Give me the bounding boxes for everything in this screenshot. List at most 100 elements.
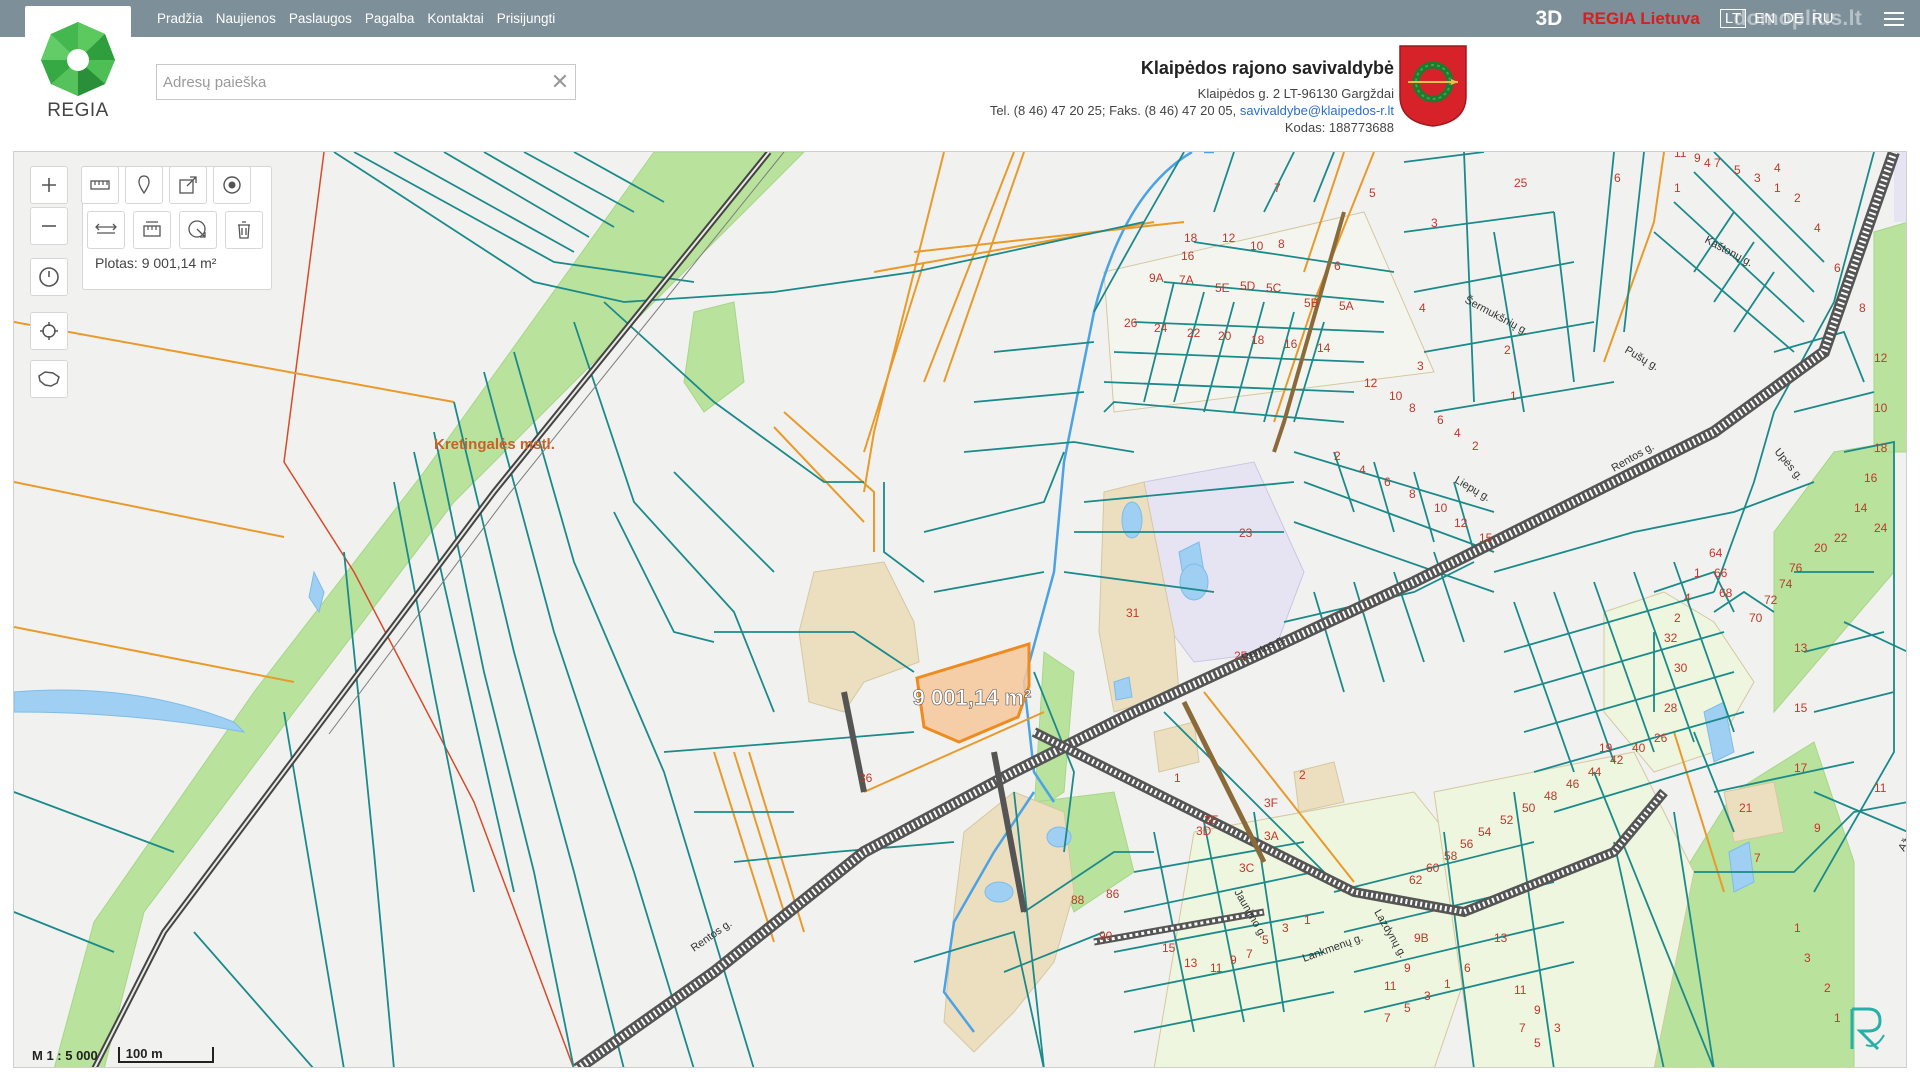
parcel-number: 2 (1299, 768, 1306, 782)
parcel-number: 5A (1339, 299, 1354, 313)
map-canvas[interactable]: 7 525 641418 1210 86169A 7A5E 5D 5C5B 5A26 24 22 20… (14, 152, 1907, 1068)
parcel-line (613, 511, 715, 643)
parcel-line (513, 351, 755, 1067)
parcel-number: 5 (1534, 1036, 1541, 1050)
measure-length-button[interactable] (81, 166, 119, 204)
parcel-number: 5 (1369, 186, 1376, 200)
logo-text: REGIA (47, 100, 109, 121)
parcel-number: 7 (1384, 1011, 1391, 1025)
top-bar: Pradžia Naujienos Paslaugos Pagalba Kont… (0, 0, 1920, 37)
zoom-in-button[interactable] (30, 166, 68, 204)
parcel-number: 16 (1284, 337, 1298, 351)
zoom-in-icon (42, 178, 56, 192)
nav-link-news[interactable]: Naujienos (216, 11, 276, 26)
regia-logo[interactable]: REGIA (25, 6, 131, 129)
parcel-line (1373, 461, 1395, 533)
parcel-number: 15 (1794, 701, 1808, 715)
nav-link-services[interactable]: Paslaugos (289, 11, 352, 26)
search-input[interactable] (157, 65, 537, 99)
parcel-line (523, 152, 635, 213)
parcel-line (1313, 152, 1335, 203)
nav-link-login[interactable]: Prisijungti (497, 11, 556, 26)
parcel-number: 6 (1834, 261, 1841, 275)
parcel-number: 15 (1162, 941, 1176, 955)
street-label: Rentos g. (689, 918, 734, 955)
parcel-number: 32 (1664, 631, 1678, 645)
parcel-number: 18 (1874, 441, 1888, 455)
parcel-number: 25 (1514, 176, 1528, 190)
parcel-number: 2 (1472, 439, 1479, 453)
parcel-number: 12 (1222, 231, 1236, 245)
parcel-line (1793, 391, 1875, 413)
parcel-line (1403, 211, 1555, 233)
parcel-number: 11 (1384, 979, 1397, 993)
parcel-number: 5 (1734, 163, 1741, 177)
3d-button[interactable]: 3D (1536, 7, 1563, 31)
parcel-number: 4 (1774, 161, 1781, 175)
parcel-line (283, 711, 345, 1067)
select-area-button[interactable] (179, 211, 217, 249)
street-label: Upės g. (1772, 446, 1806, 483)
parcel-line (963, 441, 1135, 453)
select-area-icon (188, 220, 206, 238)
parcel-number: 5B (1304, 296, 1319, 310)
parcel-number: 60 (1426, 861, 1440, 875)
parcel-number: 6 (1464, 961, 1471, 975)
parcel-number: 17 (1794, 761, 1808, 775)
parcel-number: 62 (1409, 873, 1423, 887)
parcel-number: 19 (1599, 741, 1613, 755)
parcel-number: 54 (1478, 825, 1492, 839)
parcel-number: 22 (1187, 326, 1201, 340)
parcel-number: 24 (1154, 321, 1168, 335)
nav-link-contacts[interactable]: Kontaktai (427, 11, 483, 26)
delete-button[interactable] (225, 211, 263, 249)
pin-button[interactable] (125, 166, 163, 204)
zoom-out-icon (42, 225, 56, 227)
parcel-line (1553, 211, 1575, 383)
parcel-line (1693, 171, 1815, 293)
parcel-number: 10 (1250, 239, 1264, 253)
region-button[interactable] (30, 360, 68, 398)
parcel-number: 88 (1071, 893, 1085, 907)
parcel-number: 44 (1588, 765, 1602, 779)
zoom-out-button[interactable] (30, 207, 68, 245)
trash-icon (238, 221, 250, 239)
export-button[interactable] (169, 166, 207, 204)
target-button[interactable] (213, 166, 251, 204)
parcel-number: 3 (1282, 921, 1289, 935)
nav-link-help[interactable]: Pagalba (365, 11, 415, 26)
selected-area-label: 9 001,14 m² (913, 685, 1032, 710)
menu-icon[interactable] (1884, 11, 1904, 26)
cadastral-map[interactable]: 7 5 25 6 4 1 4 18 12 10 8 6 16 9A 7A 5E 5D 5C 5B 5A 26 24 22 20… (13, 151, 1907, 1068)
parcel-number: 9 (1230, 953, 1237, 967)
parcel-number: 16 (1864, 471, 1878, 485)
pin-icon (138, 175, 150, 195)
history-button[interactable] (30, 258, 68, 296)
parcel-number: 13 (1184, 956, 1198, 970)
parcel-line (673, 471, 775, 573)
parcel-number: 4 (1704, 156, 1711, 170)
parcel-line (1313, 591, 1345, 693)
parcel-number: 64 (1709, 546, 1723, 560)
parcel-number: 20 (1218, 329, 1232, 343)
close-icon[interactable]: ✕ (549, 69, 571, 95)
parcel-number: 2 (1504, 343, 1511, 357)
parcel-number: 1 (1304, 913, 1311, 927)
locate-button[interactable] (30, 312, 68, 350)
parcel-number: 6 (1334, 259, 1341, 273)
parcel-number: 66 (1714, 566, 1728, 580)
locate-icon (40, 322, 58, 340)
parcel-number: 3 (1431, 216, 1438, 230)
municipality-email[interactable]: savivaldybe@klaipedos-r.lt (1240, 103, 1394, 118)
parcel-line (1593, 152, 1615, 353)
history-icon (39, 267, 59, 287)
measure-distance-button[interactable] (87, 211, 125, 249)
measure-area-button[interactable] (133, 211, 171, 249)
parcel-line (1463, 152, 1475, 403)
parcel-line (443, 152, 590, 238)
parcel-number: 7 (1274, 181, 1281, 195)
parcel-number: 15 (1479, 531, 1493, 545)
regia-lietuva-link[interactable]: REGIA Lietuva (1582, 9, 1699, 29)
municipality-contacts: Tel. (8 46) 47 20 25; Faks. (8 46) 47 20… (990, 102, 1394, 119)
nav-link-home[interactable]: Pradžia (157, 11, 203, 26)
